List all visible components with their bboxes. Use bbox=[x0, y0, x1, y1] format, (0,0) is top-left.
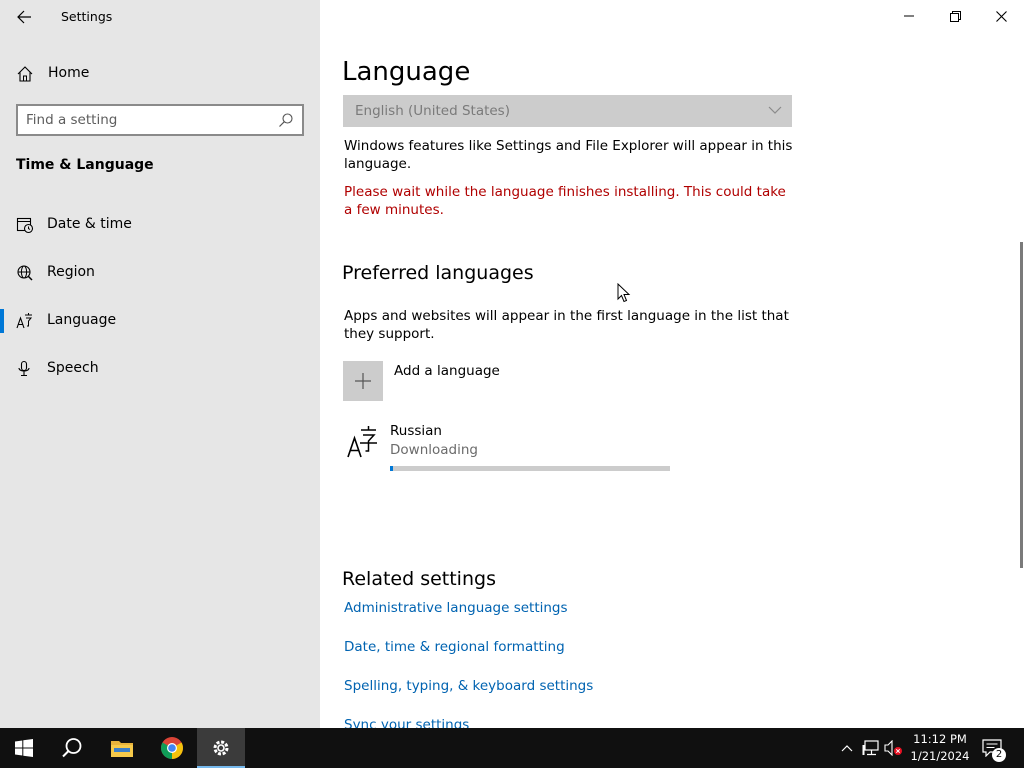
taskbar-settings[interactable] bbox=[197, 728, 245, 768]
language-status: Downloading bbox=[390, 442, 478, 458]
taskbar-search-button[interactable] bbox=[48, 728, 96, 768]
sidebar-item-label: Home bbox=[48, 65, 90, 81]
sidebar-item-language[interactable]: Language bbox=[0, 301, 320, 341]
page-title: Language bbox=[342, 57, 471, 87]
back-arrow-icon bbox=[17, 10, 31, 24]
taskbar-clock[interactable]: 11:12 PM 1/21/2024 bbox=[905, 731, 975, 767]
language-icon bbox=[16, 313, 33, 329]
preferred-languages-description: Apps and websites will appear in the fir… bbox=[344, 308, 789, 342]
sidebar-item-home[interactable]: Home bbox=[0, 56, 320, 90]
related-settings-heading: Related settings bbox=[342, 568, 496, 590]
volume-muted-icon bbox=[884, 740, 902, 756]
minimize-button[interactable] bbox=[886, 0, 932, 32]
add-language-button[interactable]: Add a language bbox=[343, 361, 643, 401]
vertical-scrollbar[interactable] bbox=[1020, 242, 1023, 568]
plus-tile bbox=[343, 361, 383, 401]
search-input[interactable] bbox=[26, 111, 266, 129]
install-warning-text: Please wait while the language finishes … bbox=[344, 184, 786, 218]
taskbar-chrome[interactable] bbox=[148, 728, 196, 768]
display-language-description: Windows features like Settings and File … bbox=[344, 138, 793, 172]
home-icon bbox=[17, 66, 33, 82]
window-title: Settings bbox=[61, 9, 113, 24]
settings-icon bbox=[213, 740, 229, 756]
back-button[interactable] bbox=[8, 2, 40, 32]
download-progress-bar bbox=[390, 466, 670, 471]
file-explorer-icon bbox=[111, 741, 133, 757]
search-icon bbox=[62, 738, 82, 758]
sidebar-item-label: Date & time bbox=[47, 216, 132, 232]
section-title: Time & Language bbox=[16, 157, 154, 173]
dropdown-value: English (United States) bbox=[355, 103, 510, 119]
network-tray-button[interactable] bbox=[861, 738, 881, 758]
sidebar-item-region[interactable]: Region bbox=[0, 253, 320, 293]
close-icon bbox=[995, 10, 1007, 22]
search-setting-box[interactable] bbox=[16, 104, 304, 136]
volume-tray-button[interactable] bbox=[884, 738, 904, 758]
date-time-icon bbox=[16, 217, 34, 234]
windows-display-language-dropdown[interactable]: English (United States) bbox=[343, 95, 792, 127]
start-button[interactable] bbox=[0, 728, 48, 768]
start-icon bbox=[15, 739, 33, 757]
restore-button[interactable] bbox=[932, 0, 978, 32]
language-item-russian[interactable]: Russian Downloading bbox=[343, 420, 763, 480]
sidebar-item-label: Region bbox=[47, 264, 95, 280]
clock-time: 11:12 PM bbox=[913, 732, 967, 746]
settings-window: Settings Home Time & Language Date & tim… bbox=[0, 0, 1024, 728]
chrome-icon bbox=[161, 737, 183, 759]
minimize-icon bbox=[904, 15, 914, 17]
sidebar-item-speech[interactable]: Speech bbox=[0, 349, 320, 389]
language-icon bbox=[347, 426, 377, 458]
preferred-languages-heading: Preferred languages bbox=[342, 262, 534, 284]
chevron-up-icon bbox=[841, 745, 853, 752]
taskbar-file-explorer[interactable] bbox=[98, 728, 146, 768]
region-globe-icon bbox=[17, 265, 33, 281]
sidebar-item-label: Language bbox=[47, 312, 117, 328]
link-administrative-language-settings[interactable]: Administrative language settings bbox=[344, 600, 568, 616]
add-language-label: Add a language bbox=[394, 363, 500, 379]
link-sync-your-settings[interactable]: Sync your settings bbox=[344, 717, 469, 728]
mouse-cursor-icon bbox=[617, 283, 631, 303]
microphone-icon bbox=[18, 360, 30, 377]
plus-icon bbox=[355, 373, 371, 389]
sidebar: Settings Home Time & Language Date & tim… bbox=[0, 0, 320, 728]
chevron-down-icon bbox=[768, 106, 782, 114]
notification-count-badge: 2 bbox=[992, 748, 1006, 762]
download-progress-fill bbox=[390, 466, 393, 471]
network-icon bbox=[862, 740, 879, 756]
taskbar: 11:12 PM 1/21/2024 bbox=[0, 728, 1024, 768]
close-button[interactable] bbox=[978, 0, 1024, 32]
main-content: Language English (United States) Windows… bbox=[320, 0, 1024, 728]
language-name: Russian bbox=[390, 423, 442, 439]
search-icon bbox=[279, 113, 293, 127]
restore-icon bbox=[949, 10, 961, 22]
link-date-time-regional-formatting[interactable]: Date, time & regional formatting bbox=[344, 639, 565, 655]
show-hidden-icons-button[interactable] bbox=[837, 738, 857, 758]
sidebar-item-label: Speech bbox=[47, 360, 99, 376]
sidebar-item-date-time[interactable]: Date & time bbox=[0, 205, 320, 245]
clock-date: 1/21/2024 bbox=[910, 749, 970, 763]
link-spelling-typing-keyboard-settings[interactable]: Spelling, typing, & keyboard settings bbox=[344, 678, 593, 694]
